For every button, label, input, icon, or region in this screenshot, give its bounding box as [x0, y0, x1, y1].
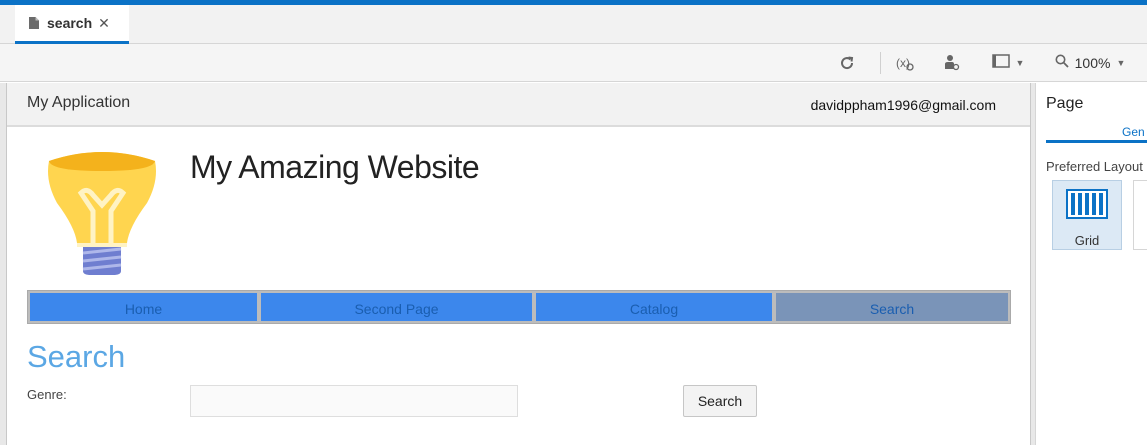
layout-preview-dropdown[interactable]: ▼ [986, 44, 1030, 82]
panel-tab-bar: Gen [1046, 125, 1147, 143]
search-icon [1055, 54, 1069, 73]
tab-general[interactable]: Gen [1122, 125, 1145, 139]
nav-bar: Home Second Page Catalog Search [27, 290, 1011, 324]
preferred-layout-label: Preferred Layout [1046, 159, 1143, 174]
nav-item-catalog[interactable]: Catalog [534, 291, 774, 323]
lightbulb-logo [43, 147, 161, 280]
refresh-icon[interactable] [834, 44, 860, 82]
close-icon[interactable]: ✕ [98, 15, 110, 32]
layout-option-grid[interactable]: Grid [1052, 180, 1122, 250]
panel-title: Page [1046, 95, 1084, 112]
user-email[interactable]: davidppham1996@gmail.com [811, 97, 996, 113]
zoom-dropdown[interactable]: 100% ▼ [1048, 44, 1132, 82]
tab-search[interactable]: search ✕ [15, 5, 129, 44]
grid-icon [1066, 189, 1108, 224]
tab-strip: search ✕ [0, 5, 1147, 44]
tab-label: search [47, 15, 93, 31]
app-title: My Application [27, 94, 131, 111]
layout-option-label: Grid [1074, 233, 1100, 248]
search-button[interactable]: Search [683, 385, 757, 417]
chevron-down-icon: ▼ [1116, 58, 1126, 68]
page-heading: Search [27, 339, 126, 374]
svg-text:(x): (x) [896, 56, 910, 70]
zoom-level: 100% [1074, 55, 1111, 71]
nav-item-search[interactable]: Search [774, 291, 1010, 323]
properties-panel: Page Gen Preferred Layout Grid [1035, 83, 1147, 445]
design-canvas: My Application davidppham1996@gmail.com … [0, 83, 1035, 445]
toolbar: (x) ▼ 100% ▼ [0, 44, 1147, 82]
app-header: My Application davidppham1996@gmail.com [7, 83, 1030, 127]
toolbar-divider [880, 52, 881, 74]
chevron-down-icon: ▼ [1015, 58, 1025, 68]
genre-label: Genre: [27, 387, 67, 402]
window-icon [991, 53, 1010, 73]
layout-option-secondary[interactable] [1133, 180, 1147, 250]
site-title: My Amazing Website [190, 149, 480, 185]
genre-input[interactable] [190, 385, 518, 417]
nav-item-home[interactable]: Home [28, 291, 259, 323]
nav-item-second-page[interactable]: Second Page [259, 291, 534, 323]
user-settings-icon[interactable] [938, 44, 964, 82]
page-frame: My Application davidppham1996@gmail.com … [6, 83, 1031, 445]
document-icon [29, 17, 39, 29]
variable-icon[interactable]: (x) [892, 44, 918, 82]
